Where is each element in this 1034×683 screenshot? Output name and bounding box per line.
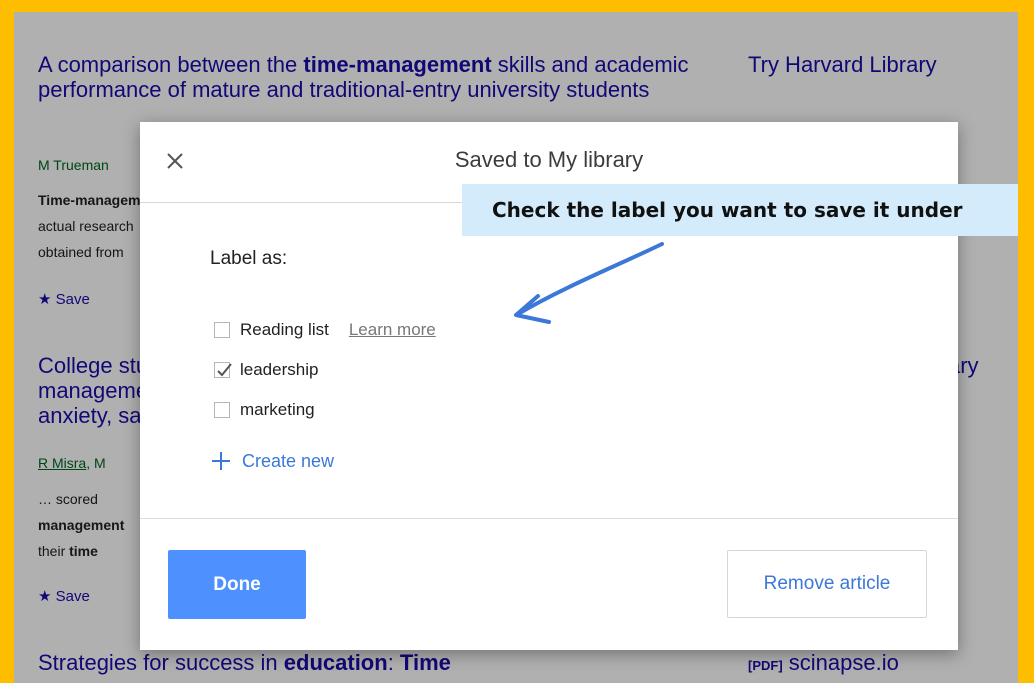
checkbox-leadership[interactable] xyxy=(214,362,232,378)
checkbox-marketing[interactable] xyxy=(214,402,230,418)
label-name: leadership xyxy=(240,360,319,379)
screenshot-frame: A comparison between the time-management… xyxy=(14,12,1018,683)
label-name: marketing xyxy=(240,400,315,419)
create-new-label: Create new xyxy=(242,450,335,471)
tutorial-callout: Check the label you want to save it unde… xyxy=(462,184,1018,236)
dialog-title: Saved to My library xyxy=(454,147,644,172)
checkbox-reading-list[interactable] xyxy=(214,322,230,338)
label-row-leadership: leadership xyxy=(214,358,318,382)
create-new-label-button[interactable]: Create new xyxy=(210,450,334,472)
done-button[interactable]: Done xyxy=(168,550,306,619)
plus-icon xyxy=(212,452,230,470)
learn-more-link[interactable]: Learn more xyxy=(349,320,436,340)
label-name: Reading list xyxy=(240,320,329,339)
remove-article-button[interactable]: Remove article xyxy=(727,550,927,618)
checkmark-icon xyxy=(217,363,232,377)
label-row-marketing: marketing xyxy=(214,398,315,422)
label-row-reading-list: Reading list Learn more xyxy=(214,318,436,342)
callout-text: Check the label you want to save it unde… xyxy=(492,198,963,222)
dialog-divider xyxy=(140,518,958,519)
label-as-heading: Label as: xyxy=(210,248,288,269)
